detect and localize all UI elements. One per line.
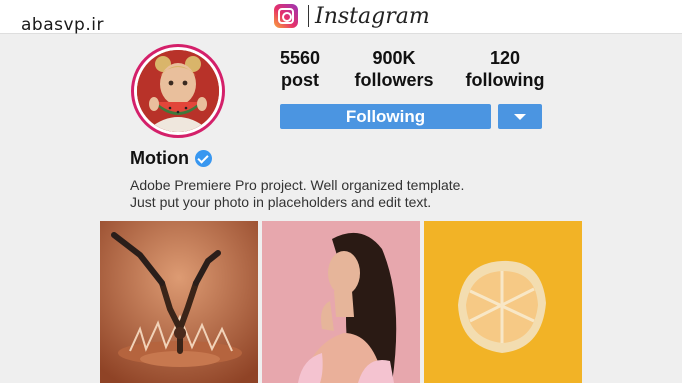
avatar[interactable]	[131, 44, 225, 138]
brand-divider	[308, 5, 309, 27]
instagram-logo-icon	[274, 4, 298, 28]
grapefruit-photo	[424, 221, 582, 383]
following-button[interactable]: Following	[280, 104, 491, 129]
profile-name-row: Motion	[130, 148, 212, 169]
verified-badge-icon	[194, 150, 212, 167]
grid-photo-dancer[interactable]	[100, 221, 258, 383]
stat-followers[interactable]: 900K followers	[350, 47, 438, 91]
bio-line: Just put your photo in placeholders and …	[130, 194, 432, 210]
stat-label: post	[281, 70, 319, 90]
stat-label: followers	[354, 70, 434, 90]
stat-posts[interactable]: 5560 post	[272, 47, 328, 91]
stat-value: 5560	[279, 48, 321, 68]
profile-name: Motion	[130, 148, 189, 168]
watermark: abasvp.ir	[21, 15, 104, 35]
grid-photo-grapefruit[interactable]	[424, 221, 582, 383]
stat-label: following	[465, 70, 545, 90]
instagram-brand[interactable]: Instagram	[274, 3, 430, 29]
avatar-illustration	[137, 50, 219, 132]
instagram-wordmark: Instagram	[315, 3, 430, 29]
woman-portrait-photo	[262, 221, 420, 383]
top-bar: abasvp.ir Instagram	[0, 0, 682, 35]
profile-bio: Adobe Premiere Pro project. Well organiz…	[130, 177, 464, 211]
stat-value: 120	[489, 48, 521, 68]
chevron-down-icon[interactable]	[498, 104, 542, 129]
stat-value: 900K	[372, 48, 416, 68]
grid-photo-portrait[interactable]	[262, 221, 420, 383]
stat-following[interactable]: 120 following	[462, 47, 548, 91]
avatar-image	[137, 50, 219, 132]
bio-line: Adobe Premiere Pro project. Well organiz…	[130, 177, 465, 193]
dancer-photo	[100, 221, 258, 383]
